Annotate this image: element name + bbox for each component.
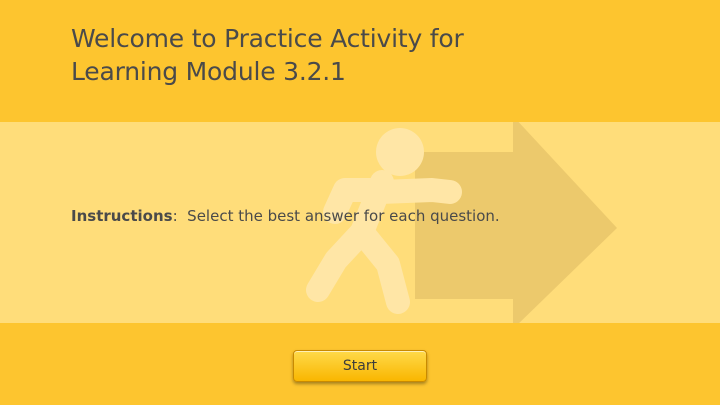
instructions-label: Instructions (71, 207, 173, 225)
start-button-label: Start (342, 358, 378, 374)
slide: Welcome to Practice Activity for Learnin… (0, 0, 720, 405)
page-title: Welcome to Practice Activity for Learnin… (71, 24, 464, 86)
start-button[interactable]: Start (293, 350, 427, 382)
instructions-separator: : (172, 207, 178, 225)
instructions-text: Instructions: Select the best answer for… (71, 206, 500, 226)
instructions-body: Select the best answer for each question… (187, 207, 500, 225)
